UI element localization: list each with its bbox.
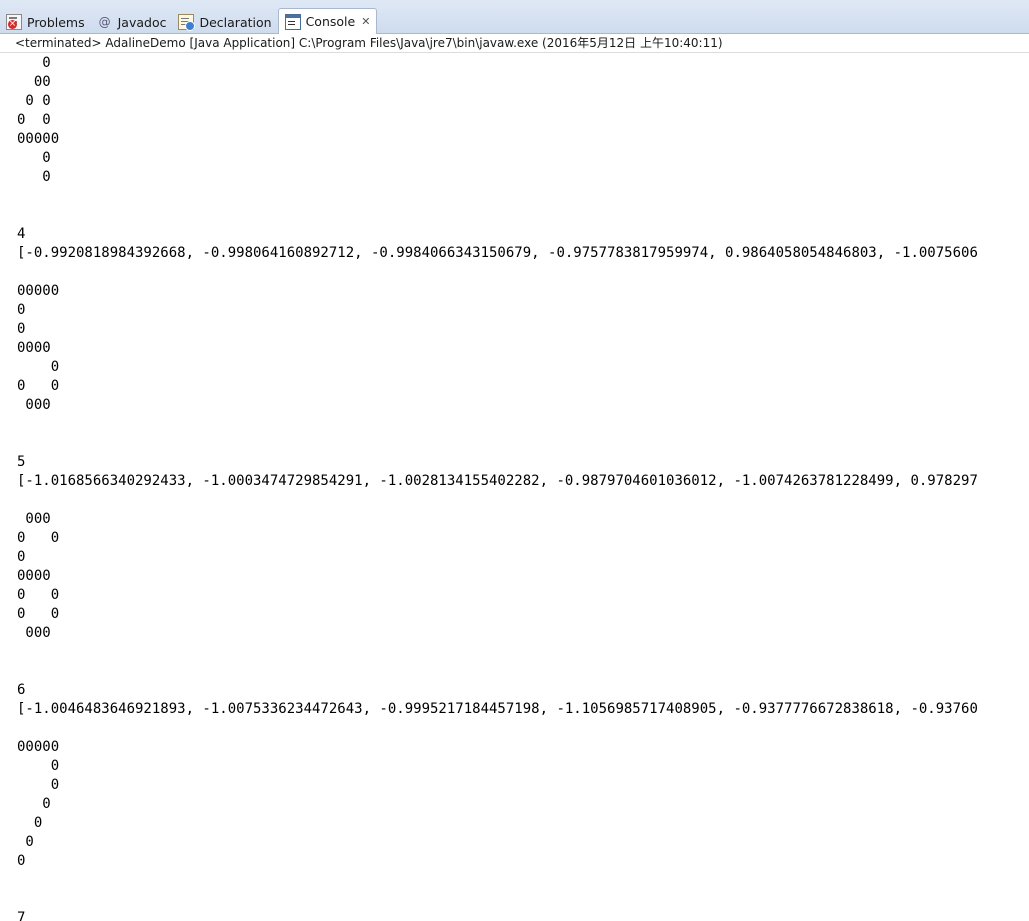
console-line: 00 (17, 74, 51, 90)
console-icon (284, 13, 301, 30)
console-line: 4 (17, 226, 26, 242)
tab-problems[interactable]: Problems (0, 10, 91, 34)
console-line: [-1.0046483646921893, -1.007533623447264… (17, 701, 978, 717)
console-line: 0 0 (17, 112, 51, 128)
console-line: 0 (17, 758, 60, 774)
console-line: [-0.9920818984392668, -0.998064160892712… (17, 245, 978, 261)
tab-label: Console (305, 14, 356, 29)
console-line: 0 (17, 853, 26, 869)
console-line: [-1.0168566340292433, -1.000347472985429… (17, 473, 978, 489)
console-line: 7 (17, 910, 26, 921)
close-icon[interactable]: ✕ (361, 15, 370, 28)
console-line: 0 (17, 302, 26, 318)
console-line: 0 (17, 55, 51, 71)
console-line: 0 (17, 834, 34, 850)
console-line: 0 (17, 359, 60, 375)
console-line: 0 (17, 150, 51, 166)
console-line: 0 (17, 549, 26, 565)
console-line: 00000 (17, 131, 60, 147)
console-line: 0 0 (17, 606, 60, 622)
console-line: 6 (17, 682, 26, 698)
console-line: 0 (17, 796, 51, 812)
console-line: 0 0 (17, 378, 60, 394)
declaration-icon (178, 14, 196, 31)
console-line: 0 (17, 777, 60, 793)
console-view: Problems @ Javadoc Declaration Console ✕… (0, 0, 1029, 921)
console-line: 0 0 (17, 93, 51, 109)
tab-list: Problems @ Javadoc Declaration Console ✕ (0, 8, 378, 34)
console-line: 0000 (17, 568, 51, 584)
process-status-line: <terminated> AdalineDemo [Java Applicati… (0, 34, 1029, 53)
console-lines: 0 00 0 00 0 00000 0 0 4 [-0.992081898439266… (17, 54, 978, 921)
tab-label: Problems (27, 14, 85, 30)
console-line: 0 0 (17, 530, 60, 546)
console-line: 0 (17, 815, 43, 831)
console-line: 000 (17, 625, 51, 641)
console-line: 000 (17, 511, 51, 527)
problems-icon (6, 14, 22, 30)
console-line: 0000 (17, 340, 51, 356)
console-line: 00000 (17, 283, 60, 299)
view-tab-bar: Problems @ Javadoc Declaration Console ✕ (0, 0, 1029, 34)
javadoc-icon: @ (98, 15, 111, 29)
console-line: 0 0 (17, 587, 60, 603)
console-line: 0 (17, 169, 51, 185)
console-line: 000 (17, 397, 51, 413)
console-line: 00000 (17, 739, 60, 755)
tab-declaration[interactable]: Declaration (172, 10, 277, 34)
tab-javadoc[interactable]: @ Javadoc (91, 10, 173, 34)
console-line: 5 (17, 454, 26, 470)
tab-label: Javadoc (117, 14, 167, 30)
console-output[interactable]: 0 00 0 00 0 00000 0 0 4 [-0.992081898439266… (0, 53, 1029, 921)
tab-console[interactable]: Console ✕ (277, 8, 378, 34)
tab-label: Declaration (199, 14, 272, 30)
console-line: 0 (17, 321, 26, 337)
